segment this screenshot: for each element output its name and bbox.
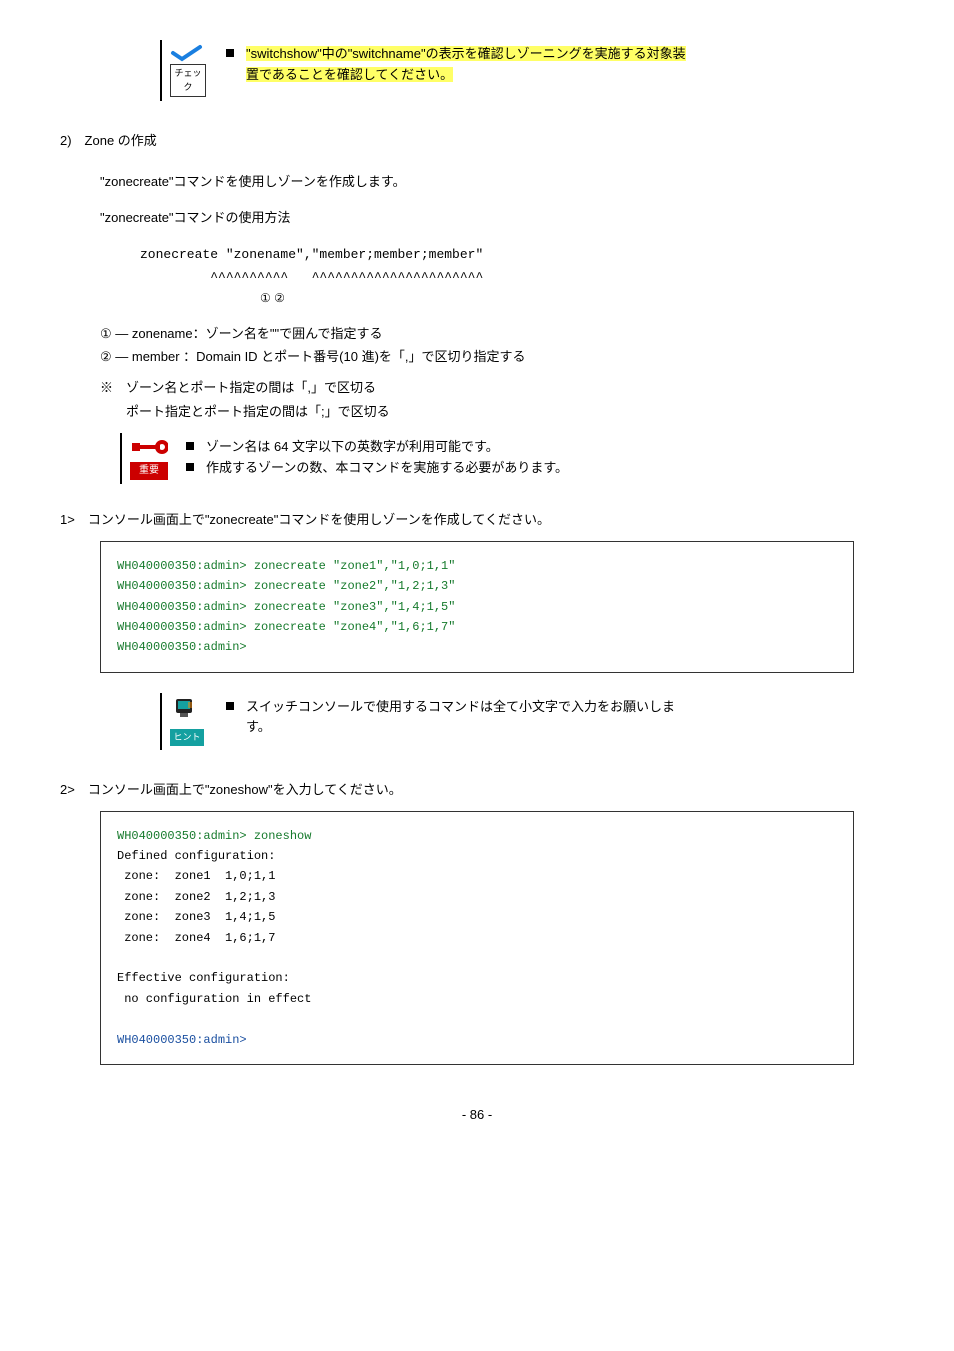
step-1-label: 1> コンソール画面上で"zonecreate"コマンドを使用しゾーンを作成して… xyxy=(60,510,894,531)
definition-2: ② — member ：Domain ID とポート番号(10 進)を「,」で区… xyxy=(100,347,894,368)
hint-icon-column: ヒント xyxy=(170,697,226,746)
code-box-1: WH040000350:admin> zonecreate "zone1","1… xyxy=(100,541,854,673)
important-bullet-1: ゾーン名は 64 文字以下の英数字が利用可能です。 xyxy=(206,439,499,454)
important-label: 重要 xyxy=(130,462,168,480)
hint-text: スイッチコンソールで使用するコマンドは全て小文字で入力をお願いしま す。 xyxy=(226,697,675,746)
section-p1: "zonecreate"コマンドを使用しゾーンを作成します。 xyxy=(100,172,894,193)
square-bullet-icon xyxy=(226,702,234,710)
check-line1: "switchshow"中の"switchname"の表示を確認しゾーニングを実… xyxy=(246,46,686,61)
hint-icon xyxy=(170,697,198,721)
step-2-label: 2> コンソール画面上で"zoneshow"を入力してください。 xyxy=(60,780,894,801)
hint-label: ヒント xyxy=(170,729,204,745)
definition-1: ① — zonename：ゾーン名を""で囲んで指定する xyxy=(100,324,894,345)
note-line-2: ポート指定とポート指定の間は「;」で区切る xyxy=(100,402,894,423)
code2-cmd: WH040000350:admin> zoneshow xyxy=(117,829,311,843)
code2-prompt: WH040000350:admin> xyxy=(117,1033,247,1047)
section-heading: 2) Zone の作成 xyxy=(60,131,894,152)
checkmark-icon xyxy=(170,44,204,62)
hint-line-2: す。 xyxy=(246,717,675,738)
important-icon-column: 重要 xyxy=(130,437,186,480)
important-note-block: 重要 ゾーン名は 64 文字以下の英数字が利用可能です。 作成するゾーンの数、本… xyxy=(120,433,894,484)
hint-note-block: ヒント スイッチコンソールで使用するコマンドは全て小文字で入力をお願いしま す。 xyxy=(160,693,894,750)
check-icon-column: チェック xyxy=(170,44,226,97)
important-text: ゾーン名は 64 文字以下の英数字が利用可能です。 作成するゾーンの数、本コマン… xyxy=(186,437,568,480)
code2-body: Defined configuration: zone: zone1 1,0;1… xyxy=(117,849,311,1006)
note-line-1: ※ ゾーン名とポート指定の間は「,」で区切る xyxy=(100,378,894,399)
page-number: - 86 - xyxy=(60,1105,894,1126)
square-bullet-icon xyxy=(186,442,194,450)
check-note-block: チェック "switchshow"中の"switchname"の表示を確認しゾー… xyxy=(160,40,894,101)
important-bullet-2: 作成するゾーンの数、本コマンドを実施する必要があります。 xyxy=(206,460,568,475)
check-text: "switchshow"中の"switchname"の表示を確認しゾーニングを実… xyxy=(226,44,894,97)
check-line2: 置であることを確認してください。 xyxy=(246,67,453,82)
code-box-2: WH040000350:admin> zoneshow Defined conf… xyxy=(100,811,854,1065)
square-bullet-icon xyxy=(186,463,194,471)
hint-line-1: スイッチコンソールで使用するコマンドは全て小文字で入力をお願いしま xyxy=(246,699,675,714)
check-label: チェック xyxy=(170,64,206,97)
circled-numbers: ① ② xyxy=(260,289,894,308)
command-carets: ^^^^^^^^^^ ^^^^^^^^^^^^^^^^^^^^^^ xyxy=(140,268,894,289)
square-bullet-icon xyxy=(226,49,234,57)
section-p2: "zonecreate"コマンドの使用方法 xyxy=(100,208,894,229)
important-icon xyxy=(130,437,168,455)
command-syntax: zonecreate "zonename","member;member;mem… xyxy=(140,245,894,266)
